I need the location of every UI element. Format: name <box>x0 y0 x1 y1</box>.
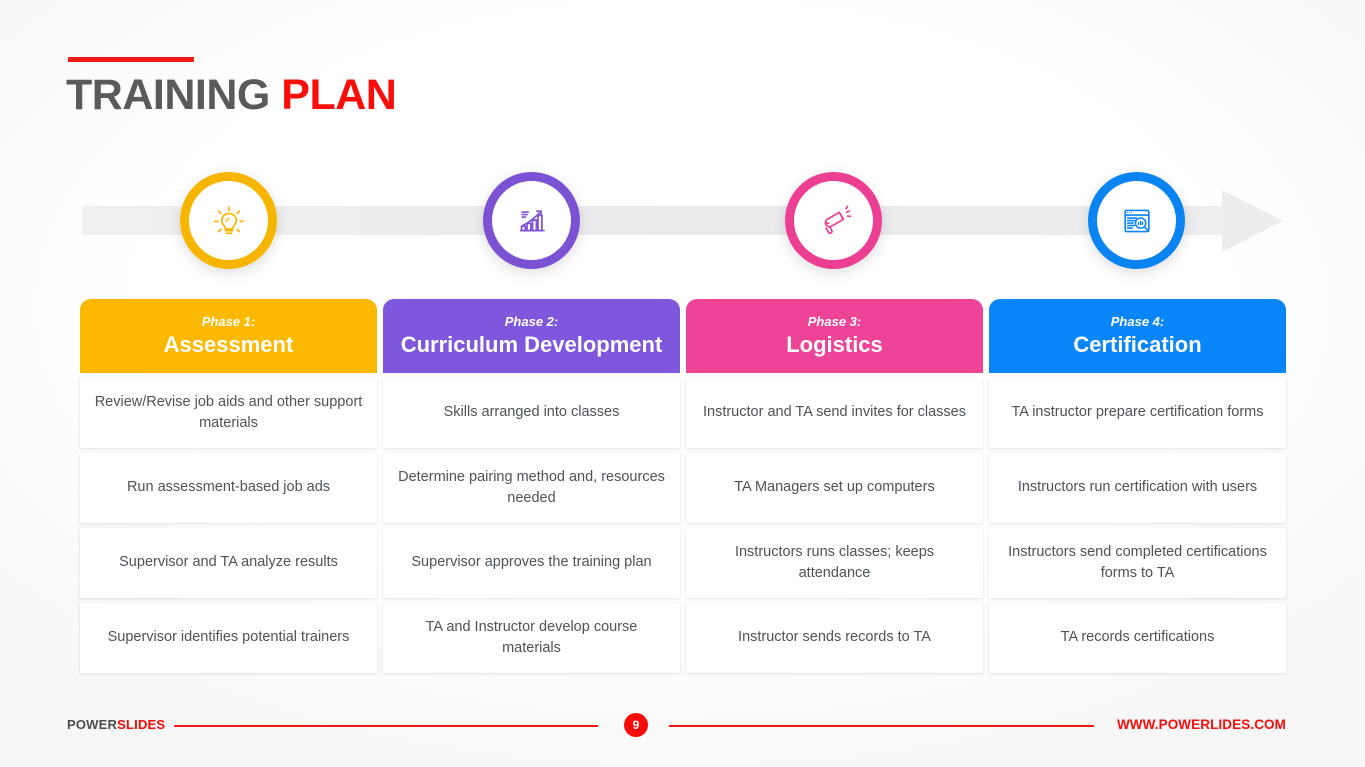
document-search-icon <box>1123 209 1150 232</box>
phase-1-name: Assessment <box>163 331 294 357</box>
phase-3-label: Phase 3: <box>807 314 862 330</box>
phase-1-icon-badge[interactable] <box>180 172 277 269</box>
table-row[interactable]: Review/Revise job aids and other support… <box>80 378 377 448</box>
timeline-arrow-head <box>1222 190 1283 252</box>
page-title-primary: TRAINING <box>66 71 270 119</box>
phase-4-header[interactable]: Phase 4: Certification <box>989 299 1286 373</box>
phase-2-icon-badge[interactable] <box>483 172 580 269</box>
phase-4-label: Phase 4: <box>1110 314 1165 330</box>
phase-2-name: Curriculum Development <box>400 331 663 357</box>
footer-divider-right <box>669 725 1094 727</box>
table-row[interactable]: TA instructor prepare certification form… <box>989 378 1286 448</box>
page-title: TRAINING PLAN <box>66 71 397 119</box>
footer: POWERSLIDES 9 WWW.POWERLIDES.COM <box>0 712 1365 742</box>
phase-columns: Phase 1: Assessment Review/Revise job ai… <box>80 299 1286 673</box>
phase-3-name: Logistics <box>786 331 883 357</box>
phase-1-header[interactable]: Phase 1: Assessment <box>80 299 377 373</box>
page-number-badge: 9 <box>624 713 648 737</box>
lightbulb-icon <box>213 206 244 234</box>
table-row[interactable]: Run assessment-based job ads <box>80 453 377 523</box>
footer-divider-left <box>174 725 598 727</box>
phase-3-icon-badge[interactable] <box>785 172 882 269</box>
table-row[interactable]: TA and Instructor develop course materia… <box>383 603 680 673</box>
phase-4-icon-badge[interactable] <box>1088 172 1185 269</box>
table-row[interactable]: Instructor sends records to TA <box>686 603 983 673</box>
table-row[interactable]: Skills arranged into classes <box>383 378 680 448</box>
table-row[interactable]: TA Managers set up computers <box>686 453 983 523</box>
table-row[interactable]: Instructors runs classes; keeps attendan… <box>686 528 983 598</box>
brand-logo: POWERSLIDES <box>67 717 165 732</box>
phase-3-header[interactable]: Phase 3: Logistics <box>686 299 983 373</box>
page-title-accent: PLAN <box>281 71 397 119</box>
phase-1-label: Phase 1: <box>201 314 256 330</box>
website-link[interactable]: WWW.POWERLIDES.COM <box>1117 717 1286 732</box>
table-row[interactable]: Supervisor identifies potential trainers <box>80 603 377 673</box>
phase-column-3: Phase 3: Logistics Instructor and TA sen… <box>686 299 983 673</box>
table-row[interactable]: Supervisor and TA analyze results <box>80 528 377 598</box>
table-row[interactable]: Supervisor approves the training plan <box>383 528 680 598</box>
phase-column-1: Phase 1: Assessment Review/Revise job ai… <box>80 299 377 673</box>
phase-2-header[interactable]: Phase 2: Curriculum Development <box>383 299 680 373</box>
megaphone-icon <box>824 205 851 234</box>
growth-chart-icon <box>519 209 545 231</box>
title-accent-rule <box>68 57 194 62</box>
brand-logo-part2: SLIDES <box>117 717 166 732</box>
phase-column-2: Phase 2: Curriculum Development Skills a… <box>383 299 680 673</box>
phase-column-4: Phase 4: Certification TA instructor pre… <box>989 299 1286 673</box>
table-row[interactable]: Instructors send completed certification… <box>989 528 1286 598</box>
table-row[interactable]: TA records certifications <box>989 603 1286 673</box>
table-row[interactable]: Determine pairing method and, resources … <box>383 453 680 523</box>
phase-4-name: Certification <box>1073 331 1202 357</box>
table-row[interactable]: Instructor and TA send invites for class… <box>686 378 983 448</box>
table-row[interactable]: Instructors run certification with users <box>989 453 1286 523</box>
slide: TRAINING PLAN Phase 1: Assessment Review… <box>0 0 1365 767</box>
brand-logo-part1: POWER <box>67 717 118 732</box>
phase-2-label: Phase 2: <box>504 314 559 330</box>
